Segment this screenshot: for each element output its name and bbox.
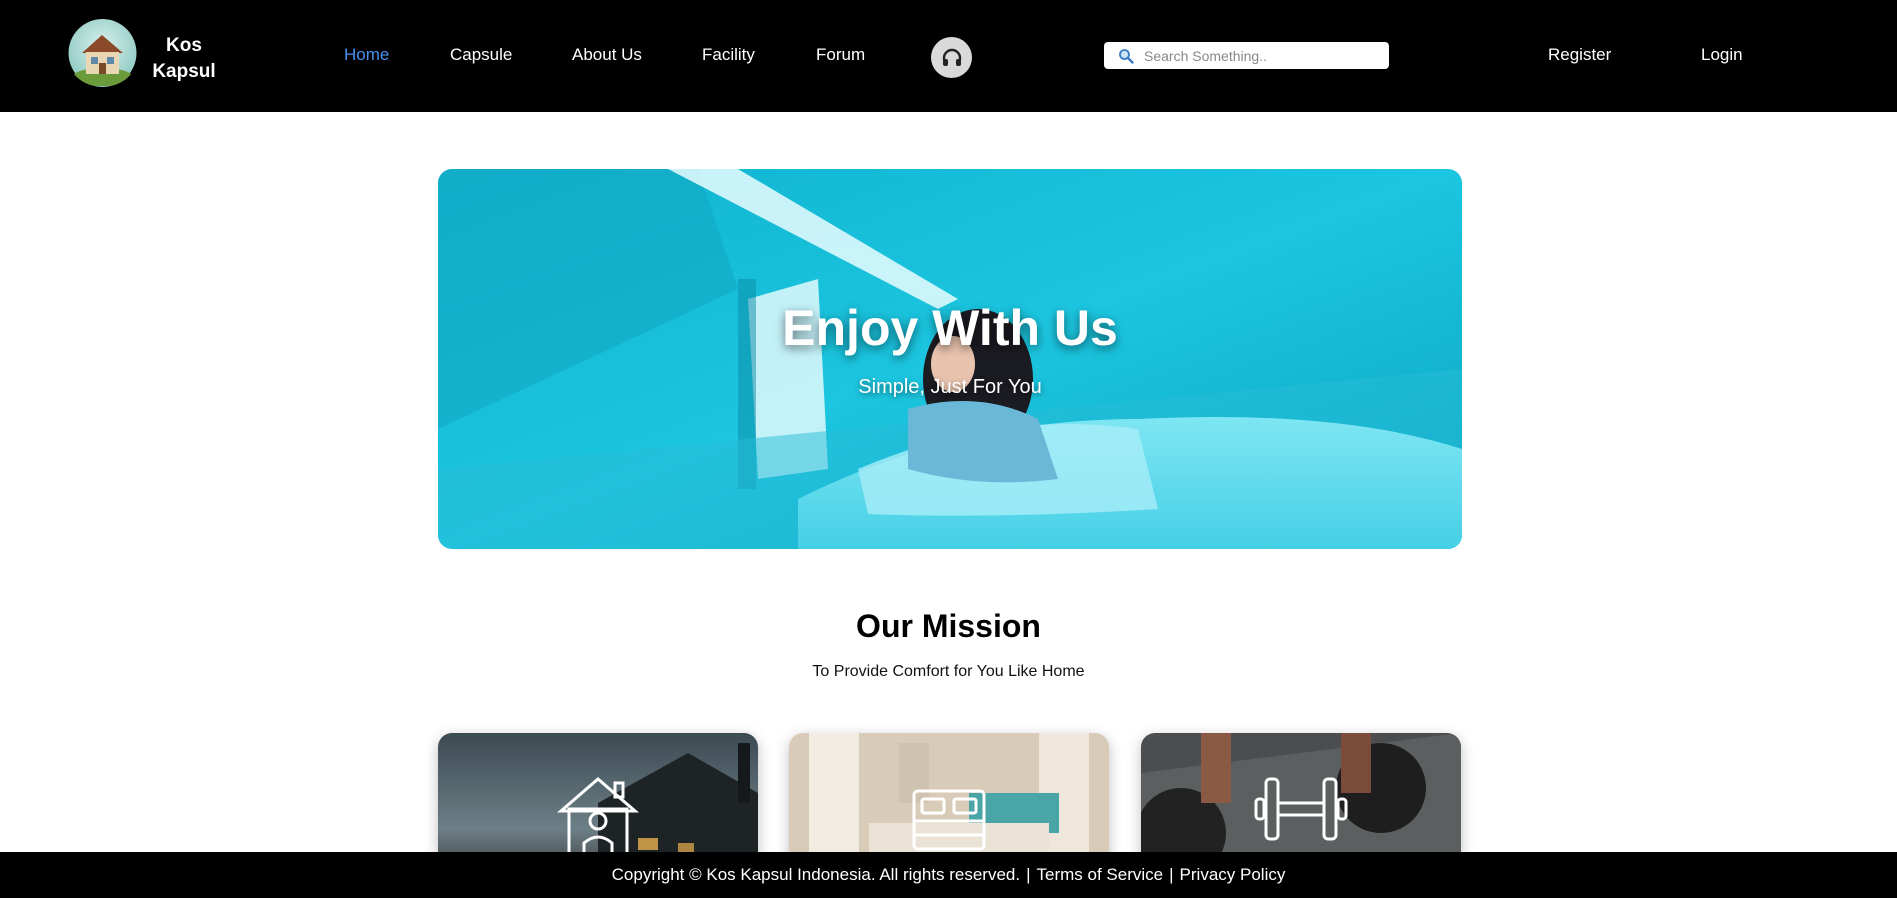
brand-name[interactable]: Kos Kapsul xyxy=(148,33,220,85)
nav-facility[interactable]: Facility xyxy=(702,45,755,65)
copyright-text: Copyright © Kos Kapsul Indonesia. All ri… xyxy=(611,865,1021,884)
search-bar[interactable] xyxy=(1104,42,1389,69)
nav-forum[interactable]: Forum xyxy=(816,45,865,65)
nav-home[interactable]: Home xyxy=(344,45,389,65)
bed-icon xyxy=(912,789,986,851)
footer-separator: | xyxy=(1169,865,1174,884)
support-button[interactable] xyxy=(931,37,972,78)
mission-subtitle: To Provide Comfort for You Like Home xyxy=(812,663,1085,680)
site-logo[interactable] xyxy=(66,19,139,87)
brand-line-1: Kos xyxy=(166,35,202,56)
search-icon xyxy=(1112,48,1140,64)
mission-title: Our Mission xyxy=(856,608,1041,644)
headset-icon xyxy=(942,48,961,66)
nav-about-us[interactable]: About Us xyxy=(572,45,642,65)
nav-capsule[interactable]: Capsule xyxy=(450,45,512,65)
search-input[interactable] xyxy=(1144,47,1374,64)
footer-separator: | xyxy=(1026,865,1031,884)
hero-subtitle: Simple, Just For You xyxy=(858,376,1042,398)
site-footer: Copyright © Kos Kapsul Indonesia. All ri… xyxy=(0,852,1897,898)
top-navbar: Kos Kapsul Home Capsule About Us Facilit… xyxy=(0,0,1897,112)
hero-banner: Enjoy With Us Simple, Just For You xyxy=(438,169,1462,549)
login-link[interactable]: Login xyxy=(1701,45,1743,65)
register-link[interactable]: Register xyxy=(1548,45,1611,65)
hero-title: Enjoy With Us xyxy=(782,300,1118,356)
hero-image xyxy=(438,169,1462,549)
privacy-link[interactable]: Privacy Policy xyxy=(1180,865,1286,885)
house-person-icon xyxy=(556,777,640,859)
brand-line-2: Kapsul xyxy=(152,61,216,82)
terms-link[interactable]: Terms of Service xyxy=(1037,865,1164,885)
dumbbell-icon xyxy=(1254,777,1348,841)
